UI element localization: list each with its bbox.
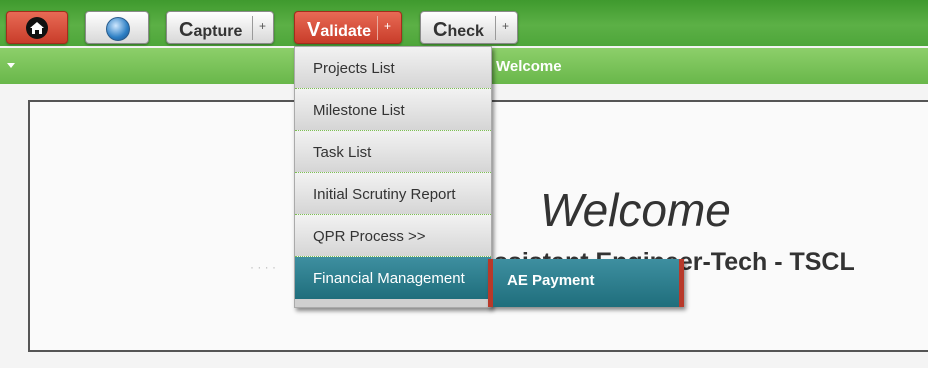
- home-icon: [26, 17, 48, 39]
- divider: [377, 16, 378, 40]
- top-menu-bar: Capture + Validate + Check +: [0, 0, 928, 46]
- home-button[interactable]: [6, 11, 68, 44]
- menu-item-milestone-list[interactable]: Milestone List: [295, 89, 491, 131]
- capture-label: Capture: [179, 19, 243, 41]
- globe-button[interactable]: [85, 11, 149, 44]
- dropdown-footer: [295, 299, 491, 307]
- menu-item-task-list[interactable]: Task List: [295, 131, 491, 173]
- menu-item-projects-list[interactable]: Projects List: [295, 47, 491, 89]
- divider: [252, 16, 253, 40]
- capture-menu-button[interactable]: Capture +: [166, 11, 274, 44]
- validate-dropdown-menu: Projects List Milestone List Task List I…: [294, 46, 492, 308]
- check-label: Check: [433, 19, 484, 41]
- globe-icon: [106, 17, 130, 41]
- check-menu-button[interactable]: Check +: [420, 11, 518, 44]
- plus-icon[interactable]: +: [502, 19, 509, 33]
- menu-item-financial-management[interactable]: Financial Management: [295, 257, 491, 299]
- menu-item-qpr-process[interactable]: QPR Process >>: [295, 215, 491, 257]
- menu-item-initial-scrutiny-report[interactable]: Initial Scrutiny Report: [295, 173, 491, 215]
- page-title: Welcome: [496, 58, 562, 75]
- caret-down-icon[interactable]: [7, 63, 15, 68]
- financial-management-submenu[interactable]: AE Payment: [488, 259, 684, 307]
- plus-icon[interactable]: +: [259, 19, 266, 33]
- validate-label: Validate: [307, 19, 372, 41]
- validate-menu-button[interactable]: Validate +: [294, 11, 402, 44]
- divider: [495, 16, 496, 40]
- menu-item-ae-payment[interactable]: AE Payment: [507, 272, 595, 289]
- welcome-heading: Welcome: [540, 184, 731, 236]
- faint-text: · · · ·: [250, 260, 276, 274]
- plus-icon[interactable]: +: [384, 19, 391, 33]
